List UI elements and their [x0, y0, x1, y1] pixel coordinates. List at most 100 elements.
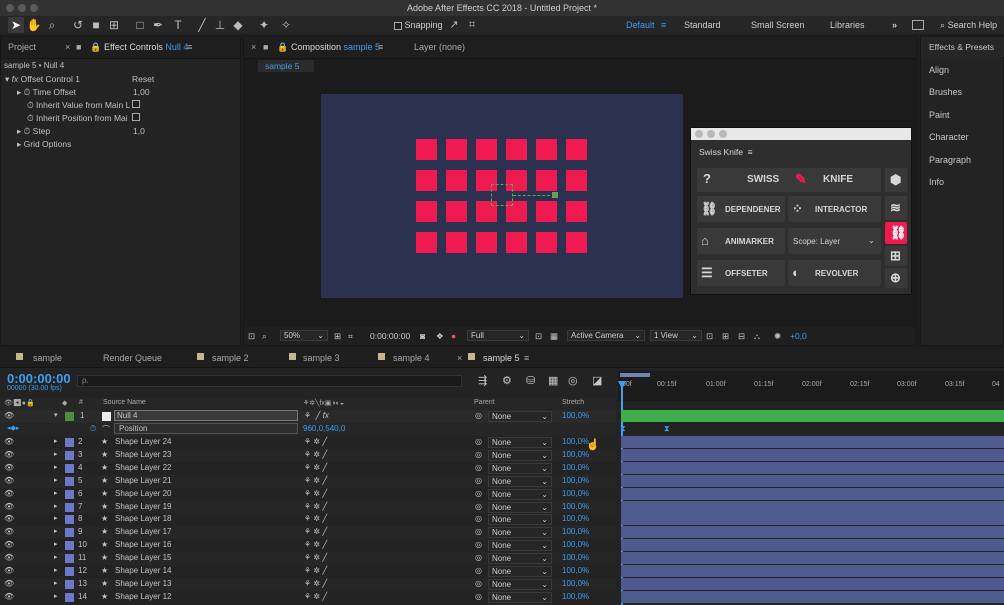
prop-step[interactable]: ▸ ⏱ Step — [17, 126, 50, 137]
expand-toggle-icon[interactable]: ▸ — [54, 476, 58, 484]
chain-link-button[interactable]: ⛓ — [885, 222, 907, 244]
tab-sample-3[interactable]: sample 3 — [303, 353, 340, 363]
rectangle-tool-icon[interactable]: □ — [132, 17, 148, 33]
pickwhip-icon[interactable]: ◎ — [475, 592, 482, 601]
layer-duration-bar[interactable] — [621, 500, 1004, 513]
shape-square[interactable] — [506, 139, 527, 160]
expand-toggle-icon[interactable]: ▸ — [54, 527, 58, 535]
shape-square[interactable] — [446, 170, 467, 191]
layer-label-color[interactable] — [65, 476, 74, 486]
layer-duration-bar[interactable] — [621, 577, 1004, 590]
layer-name[interactable]: Shape Layer 23 — [115, 450, 172, 459]
prop-time-offset[interactable]: ▸ ⏱ Time Offset — [17, 87, 76, 98]
puppet-tool-icon[interactable]: ✧ — [278, 17, 294, 33]
transparency-grid-icon[interactable]: ▦ — [550, 327, 558, 345]
layer-row[interactable]: 👁 ▸ 5 ★ Shape Layer 21 ⚘ ✲ ╱ ◎ None ⌄ 100,0% — [0, 474, 616, 488]
layer-name[interactable]: Shape Layer 14 — [115, 566, 172, 575]
layer-switches[interactable]: ⚘ ✲ ╱ — [304, 502, 327, 511]
stamp-tool-icon[interactable]: ⊥ — [212, 17, 228, 33]
layer-duration-bar[interactable] — [621, 513, 1004, 526]
eye-icon[interactable]: 👁 — [4, 540, 14, 549]
revolver-button[interactable]: ◐ REVOLVER — [788, 260, 881, 286]
parent-dropdown[interactable]: None ⌄ — [488, 411, 552, 422]
graph-editor-icon[interactable]: ◪ — [592, 374, 602, 387]
stretch-value[interactable]: 100,0% — [562, 540, 589, 549]
null-layer-handle[interactable] — [491, 184, 513, 206]
layer-row[interactable]: 👁 ▸ 13 ★ Shape Layer 13 ⚘ ✲ ╱ ◎ None ⌄ 100,0% — [0, 577, 616, 591]
time-offset-value[interactable]: 1,00 — [133, 87, 150, 97]
parent-dropdown[interactable]: None ⌄ — [488, 566, 552, 577]
layer-row[interactable]: 👁 ▸ 2 ★ Shape Layer 24 ⚘ ✲ ╱ ◎ None ⌄ 100,0% — [0, 436, 616, 449]
layer-duration-bar[interactable] — [621, 526, 1004, 539]
layer-duration-bar[interactable] — [621, 436, 1004, 448]
expand-toggle-icon[interactable]: ▸ — [54, 437, 58, 445]
hide-shy-layers-icon[interactable]: ⛁ — [526, 374, 535, 387]
tab-sample-2[interactable]: sample 2 — [212, 353, 249, 363]
close-tab-icon[interactable]: × — [251, 42, 256, 52]
roto-brush-tool-icon[interactable]: ✦ — [256, 17, 272, 33]
expand-toggle-icon[interactable]: ▸ — [54, 553, 58, 561]
views-dropdown[interactable]: 1 View ⌄ — [650, 330, 702, 341]
panel-menu-icon[interactable]: ≡ — [378, 42, 383, 52]
pen-tool-icon[interactable]: ✒ — [150, 17, 166, 33]
parent-dropdown[interactable]: None ⌄ — [488, 488, 552, 500]
parent-dropdown[interactable]: None ⌄ — [488, 578, 552, 590]
timeline-icon[interactable]: ⊟ — [738, 327, 745, 345]
stretch-value[interactable]: 100,0% — [562, 463, 589, 472]
reset-link[interactable]: Reset — [132, 74, 154, 84]
layer-row[interactable]: 👁 ▸ 12 ★ Shape Layer 14 ⚘ ✲ ╱ ◎ None ⌄ 100,0% — [0, 565, 616, 578]
tab-project[interactable]: Project — [8, 42, 36, 52]
stretch-value[interactable]: 100,0% — [562, 450, 589, 459]
stretch-value[interactable]: 100,0% — [562, 502, 589, 511]
tab-sample[interactable]: sample — [33, 353, 62, 363]
expand-toggle-icon[interactable]: ▸ — [54, 514, 58, 522]
timeline-timecode[interactable]: 0:00:00:00 — [7, 371, 71, 386]
layer-row[interactable]: 👁 ▸ 9 ★ Shape Layer 17 ⚘ ✲ ╱ ◎ None ⌄ 100,0% — [0, 526, 616, 540]
panel-paint[interactable]: Paint — [929, 110, 950, 120]
flowchart-icon[interactable]: ⛬ — [754, 327, 760, 345]
expand-toggle-icon[interactable]: ▸ — [54, 566, 58, 574]
layer-switches[interactable]: ⚘ ✲ ╱ — [304, 566, 327, 575]
keyframe-nav-icon[interactable]: ◂◆▸ — [7, 424, 19, 432]
layer-name[interactable]: Null 4 — [114, 410, 298, 421]
help-button[interactable]: ? — [703, 171, 711, 186]
layer-row[interactable]: 👁 ▸ 3 ★ Shape Layer 23 ⚘ ✲ ╱ ◎ None ⌄ 100,0% — [0, 448, 616, 462]
hand-tool-icon[interactable]: ✋ — [26, 17, 42, 33]
stretch-value[interactable]: 100,0% — [562, 527, 589, 536]
pan-behind-tool-icon[interactable]: ⊞ — [106, 17, 122, 33]
layer-switches[interactable]: ⚘ ✲ ╱ — [304, 437, 327, 446]
shape-square[interactable] — [416, 232, 437, 253]
parent-dropdown[interactable]: None ⌄ — [488, 514, 552, 526]
shape-square[interactable] — [566, 139, 587, 160]
layer-duration-bar[interactable] — [621, 565, 1004, 577]
graph-icon[interactable]: ⌒ — [102, 424, 110, 435]
pickwhip-icon[interactable]: ◎ — [475, 437, 482, 446]
layer-label-color[interactable] — [65, 554, 74, 564]
eye-icon[interactable]: 👁 — [4, 489, 14, 498]
snap-option-icon[interactable]: ↗ — [446, 17, 462, 33]
tab-composition[interactable]: Composition sample 5 — [291, 42, 380, 52]
motion-blur-icon[interactable]: ◎ — [568, 374, 578, 387]
close-window-icon[interactable] — [695, 130, 703, 138]
comp-subtab[interactable]: sample 5 — [258, 60, 314, 72]
expand-toggle-icon[interactable]: ▾ — [54, 411, 58, 419]
shape-square[interactable] — [536, 170, 557, 191]
layer-duration-bar[interactable] — [621, 539, 1004, 552]
layer-duration-bar[interactable] — [621, 448, 1004, 461]
layer-row[interactable]: 👁 ▸ 6 ★ Shape Layer 20 ⚘ ✲ ╱ ◎ None ⌄ 100,0% — [0, 487, 616, 501]
position-property-row[interactable]: ◂◆▸ ⏱ ⌒ Position 960,0,540,0 — [0, 423, 616, 436]
roi-icon[interactable]: ⊡ — [535, 327, 542, 345]
mask-icon[interactable]: ⌗ — [348, 327, 353, 345]
shape-square[interactable] — [566, 201, 587, 222]
layer-label-color[interactable] — [65, 438, 74, 447]
eye-icon[interactable]: 👁 — [4, 592, 14, 601]
tab-render-queue[interactable]: Render Queue — [103, 353, 162, 363]
sync-settings-icon[interactable] — [912, 20, 924, 30]
layer-label-color[interactable] — [65, 515, 74, 525]
expand-toggle-icon[interactable]: ▸ — [54, 540, 58, 548]
snapshot-icon[interactable]: ◙ — [420, 327, 425, 345]
col-source-name[interactable]: Source Name — [103, 399, 146, 406]
layer-name[interactable]: Shape Layer 18 — [115, 514, 172, 523]
stopwatch-icon[interactable]: ⏱ — [24, 126, 31, 136]
selection-tool-icon[interactable]: ➤ — [8, 17, 24, 33]
